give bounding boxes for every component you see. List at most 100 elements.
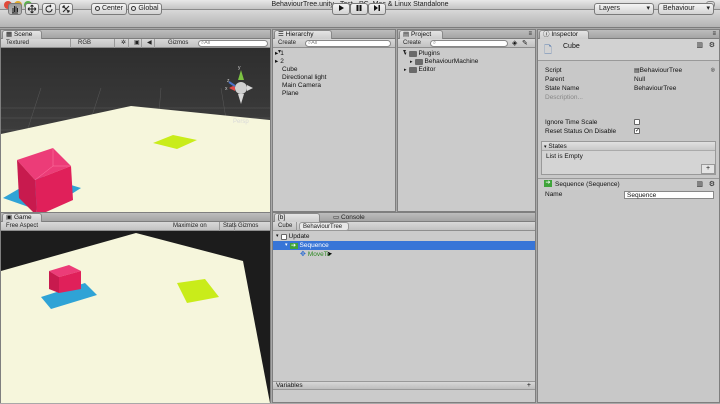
object-picker-icon[interactable]: ◎: [711, 66, 715, 75]
render-mode-label: RGB: [78, 40, 92, 46]
move-tool-button[interactable]: [25, 3, 39, 15]
scene-tab-icon: ▦: [6, 31, 14, 38]
sun-icon: ✲: [121, 40, 127, 46]
inspector-object-header: 🗋 Cube ▥ ⚙: [538, 39, 719, 61]
hierarchy-item[interactable]: Cube: [282, 66, 392, 74]
tab-hierarchy[interactable]: ☰ Hierarchy: [274, 30, 332, 39]
tab-behaviour[interactable]: [b] Behaviour: [274, 213, 320, 229]
hierarchy-item-label: Main Camera: [282, 82, 322, 89]
hierarchy-item[interactable]: ▸ 1: [275, 50, 392, 58]
field-row: State Name BehaviourTree: [538, 84, 719, 93]
search-icon: ⌕: [433, 40, 437, 46]
breadcrumb-item[interactable]: BehaviourTree: [299, 222, 349, 231]
play-button[interactable]: [332, 3, 350, 15]
game-viewport[interactable]: [1, 231, 270, 403]
gear-icon[interactable]: ⚙: [709, 180, 715, 188]
panel-menu-icon[interactable]: ≡: [528, 31, 532, 37]
project-item-label: BehaviourMachine: [424, 58, 479, 65]
tab-project[interactable]: ▤ Project: [399, 30, 443, 39]
pivot-toggle-button[interactable]: Center: [91, 3, 127, 15]
states-header-label: States: [548, 143, 567, 150]
project-search-input[interactable]: ⌕: [430, 40, 508, 47]
toggle-row: Ignore Time Scale: [538, 118, 719, 127]
layout-label: Behaviour: [663, 5, 695, 12]
tab-game-label: Game: [13, 214, 32, 221]
reset-status-checkbox[interactable]: ✓: [634, 128, 640, 134]
game-tabrow: ▣ Game: [1, 213, 270, 222]
hierarchy-item[interactable]: Main Camera: [282, 82, 392, 90]
space-toggle-button[interactable]: Global: [128, 3, 162, 15]
field-value[interactable]: BehaviourTree: [634, 84, 676, 93]
panel-menu-icon[interactable]: ≡: [712, 31, 716, 37]
console-icon: ▭: [333, 214, 341, 221]
aspect-dropdown[interactable]: Free Aspect: [3, 222, 63, 231]
node-enabled-checkbox[interactable]: [280, 233, 287, 240]
hand-tool-button[interactable]: [8, 3, 22, 15]
behaviour-tabrow: [b] Behaviour ▭ Console: [273, 213, 535, 229]
hierarchy-item[interactable]: Directional light: [282, 74, 392, 82]
pivot-label: Center: [101, 5, 123, 12]
gear-icon[interactable]: ⚙: [709, 41, 715, 49]
name-input[interactable]: Sequence: [624, 191, 714, 199]
label-tag-icon[interactable]: ✎: [522, 39, 528, 47]
filter-type-icon[interactable]: ◈: [512, 39, 517, 47]
tab-game[interactable]: ▣ Game: [2, 213, 42, 222]
tab-inspector[interactable]: ⓘ Inspector: [539, 30, 589, 39]
hierarchy-item[interactable]: ▸ 2: [275, 58, 392, 66]
rotate-icon: [45, 4, 53, 13]
stats-toggle[interactable]: Stats: [220, 222, 237, 231]
tab-scene-label: Scene: [13, 31, 33, 38]
space-label: Global: [138, 5, 159, 12]
image-toggle[interactable]: ▣: [131, 39, 142, 48]
scale-tool-button[interactable]: [59, 3, 73, 15]
scene-viewport[interactable]: y x z Persp: [1, 48, 270, 212]
tab-console[interactable]: ▭ Console: [329, 213, 369, 222]
project-item-label: Editor: [418, 66, 436, 73]
script-file-icon: 🗋: [544, 45, 553, 56]
tree-node-moveto[interactable]: ✥ MoveTo ➤: [273, 250, 535, 259]
pause-button[interactable]: [350, 3, 368, 15]
layers-dropdown[interactable]: Layers ▾: [594, 3, 654, 15]
lighting-toggle[interactable]: ✲: [118, 39, 129, 48]
scene-panel: ▦ Scene Textured RGB ✲ ▣ ◀ Gizmos ▾ ⌕All: [0, 29, 271, 212]
breadcrumb-item[interactable]: Cube: [275, 222, 297, 231]
field-label: Script: [545, 67, 562, 74]
help-book-icon[interactable]: ▥: [696, 180, 703, 188]
states-header[interactable]: ▾ States: [542, 142, 715, 151]
tab-hierarchy-label: Hierarchy: [285, 31, 314, 38]
add-state-button[interactable]: +: [701, 164, 715, 174]
tab-scene[interactable]: ▦ Scene: [2, 30, 42, 39]
project-item[interactable]: ▸ BehaviourMachine: [404, 58, 532, 66]
ignore-time-scale-checkbox[interactable]: [634, 119, 640, 125]
help-book-icon[interactable]: ▥: [696, 41, 703, 49]
tree-node-label: Sequence: [299, 242, 329, 249]
hierarchy-create-dropdown[interactable]: Create ▾: [275, 39, 301, 55]
layers-label: Layers: [599, 5, 621, 12]
play-icon: [339, 5, 344, 11]
field-value[interactable]: Null: [634, 75, 645, 84]
add-variable-button[interactable]: +: [527, 382, 531, 390]
hierarchy-search-input[interactable]: ⌕All: [305, 40, 391, 47]
tree-node-sequence[interactable]: ▾ ➔ Sequence: [273, 241, 535, 250]
hierarchy-panel: ☰ Hierarchy Create ▾ ⌕All ▸ 1 ▸ 2 Cube Dir…: [272, 29, 396, 212]
variables-bar[interactable]: Variables +: [273, 381, 535, 390]
gizmos-dropdown[interactable]: Gizmos ▾: [165, 39, 195, 55]
description-field[interactable]: Description...: [545, 93, 583, 102]
render-mode-dropdown[interactable]: RGB: [75, 39, 115, 48]
tree-node-update[interactable]: ▾ Update: [273, 232, 535, 241]
rotate-tool-button[interactable]: [42, 3, 56, 15]
game-gizmos-dropdown[interactable]: Gizmos: [235, 222, 270, 231]
project-item[interactable]: ▾ Plugins: [404, 50, 532, 58]
audio-toggle[interactable]: ◀: [144, 39, 155, 48]
step-button[interactable]: [368, 3, 386, 15]
shading-dropdown[interactable]: Textured: [3, 39, 71, 48]
hierarchy-search-placeholder: All: [311, 40, 318, 46]
hierarchy-list: ▸ 1 ▸ 2 Cube Directional light Main Camera…: [275, 50, 392, 98]
scene-search-input[interactable]: ⌕All: [198, 40, 268, 47]
project-item[interactable]: ▸ Editor: [404, 66, 532, 74]
maximize-on-play-toggle[interactable]: Maximize on Play: [170, 222, 220, 238]
tab-console-label: Console: [340, 214, 365, 221]
hierarchy-item[interactable]: Plane: [282, 90, 392, 98]
layout-dropdown[interactable]: Behaviour ▾: [658, 3, 714, 15]
project-create-dropdown[interactable]: Create ▾: [400, 39, 426, 55]
